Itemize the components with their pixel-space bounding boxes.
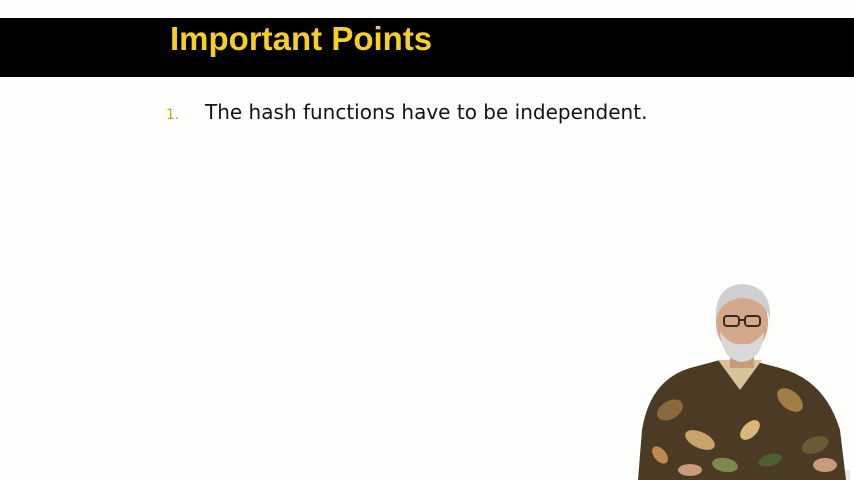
bullet-number: 1. <box>166 107 180 123</box>
bullet-list: 1. The hash functions have to be indepen… <box>166 100 647 126</box>
list-item: 1. The hash functions have to be indepen… <box>166 100 647 126</box>
bullet-text: The hash functions have to be independen… <box>205 100 648 124</box>
top-margin <box>0 0 854 18</box>
presenter-video-icon <box>638 284 850 480</box>
lecture-video-frame: Important Points 1. The hash functions h… <box>0 0 854 480</box>
slide-title: Important Points <box>170 20 433 57</box>
